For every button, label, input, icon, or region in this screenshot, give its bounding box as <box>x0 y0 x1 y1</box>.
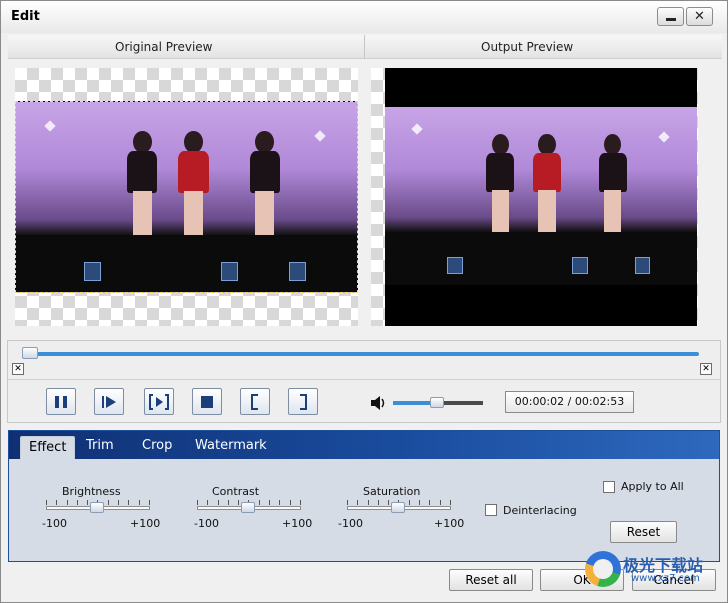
brightness-max: +100 <box>130 517 161 530</box>
audience <box>385 231 697 285</box>
window-title: Edit <box>11 9 40 24</box>
contrast-label: Contrast <box>212 485 260 498</box>
tab-effect[interactable]: Effect <box>20 436 76 460</box>
apply-to-all-checkbox[interactable] <box>603 481 615 493</box>
audience-phone <box>220 261 238 281</box>
saturation-max: +100 <box>434 517 465 530</box>
audience-phone <box>84 261 102 281</box>
divider <box>8 379 720 380</box>
saturation-thumb[interactable] <box>391 502 405 513</box>
stage-light <box>658 131 670 143</box>
original-video-frame[interactable] <box>15 101 358 293</box>
performer-figure <box>525 133 569 232</box>
contrast-thumb[interactable] <box>241 502 255 513</box>
stage-light <box>411 123 423 135</box>
right-bracket-icon <box>300 393 307 410</box>
tab-trim[interactable]: Trim <box>86 438 114 453</box>
site-watermark: 极光下载站 www.xz7.com <box>585 549 723 589</box>
audience <box>16 235 357 292</box>
set-end-button[interactable] <box>288 388 318 415</box>
minimize-button[interactable] <box>657 7 684 26</box>
reset-button[interactable]: Reset <box>610 521 677 543</box>
performer-figure <box>241 130 289 236</box>
watermark-logo-icon <box>585 551 621 587</box>
set-start-button[interactable] <box>240 388 270 415</box>
preview-header: Original Preview Output Preview <box>8 35 722 59</box>
apply-to-all-label: Apply to All <box>621 480 684 493</box>
performer-figure <box>479 133 523 232</box>
close-button[interactable]: ✕ <box>686 7 713 26</box>
close-icon: ✕ <box>694 9 705 24</box>
audience-phone <box>572 256 588 275</box>
pause-button[interactable] <box>46 388 76 415</box>
step-forward-icon <box>102 395 116 408</box>
time-display: 00:00:02 / 00:02:53 <box>505 391 634 413</box>
performer-figure <box>169 130 217 236</box>
pause-icon <box>55 395 67 408</box>
performer-figure <box>591 133 635 232</box>
performer-figure <box>118 130 166 236</box>
next-frame-button[interactable] <box>94 388 124 415</box>
reset-all-button[interactable]: Reset all <box>449 569 533 591</box>
output-preview-label: Output Preview <box>481 40 574 54</box>
title-bar[interactable]: Edit ✕ <box>1 1 727 33</box>
tab-strip: Effect Trim Crop Watermark <box>9 431 719 460</box>
left-bracket-icon <box>251 393 258 410</box>
snapshot-button[interactable] <box>144 388 174 415</box>
bracket-play-icon <box>149 393 169 410</box>
seek-bar[interactable] <box>23 352 699 356</box>
volume-icon[interactable] <box>370 395 386 411</box>
tab-crop[interactable]: Crop <box>142 438 172 453</box>
seek-handle[interactable] <box>22 347 38 359</box>
stop-button[interactable] <box>192 388 222 415</box>
volume-handle[interactable] <box>430 397 444 408</box>
audience-phone <box>288 261 306 281</box>
brightness-min: -100 <box>42 517 67 530</box>
stop-icon <box>201 395 213 408</box>
stage-light <box>314 130 326 142</box>
deinterlacing-label: Deinterlacing <box>503 504 577 517</box>
deinterlacing-checkbox[interactable] <box>485 504 497 516</box>
saturation-min: -100 <box>338 517 363 530</box>
audience-phone <box>634 256 651 275</box>
watermark-url: www.xz7.com <box>631 573 700 584</box>
stage-light <box>44 120 56 132</box>
output-video-frame <box>385 107 697 285</box>
original-preview-label: Original Preview <box>115 40 213 54</box>
tab-watermark[interactable]: Watermark <box>195 438 267 453</box>
trim-end-marker-icon[interactable]: ✕ <box>700 363 712 375</box>
brightness-thumb[interactable] <box>90 502 104 513</box>
header-divider <box>364 35 365 59</box>
contrast-max: +100 <box>282 517 313 530</box>
brightness-label: Brightness <box>62 485 121 498</box>
contrast-min: -100 <box>194 517 219 530</box>
minimize-icon <box>665 17 676 21</box>
trim-start-marker-icon[interactable]: ✕ <box>12 363 24 375</box>
saturation-label: Saturation <box>363 485 421 498</box>
audience-phone <box>447 256 463 275</box>
